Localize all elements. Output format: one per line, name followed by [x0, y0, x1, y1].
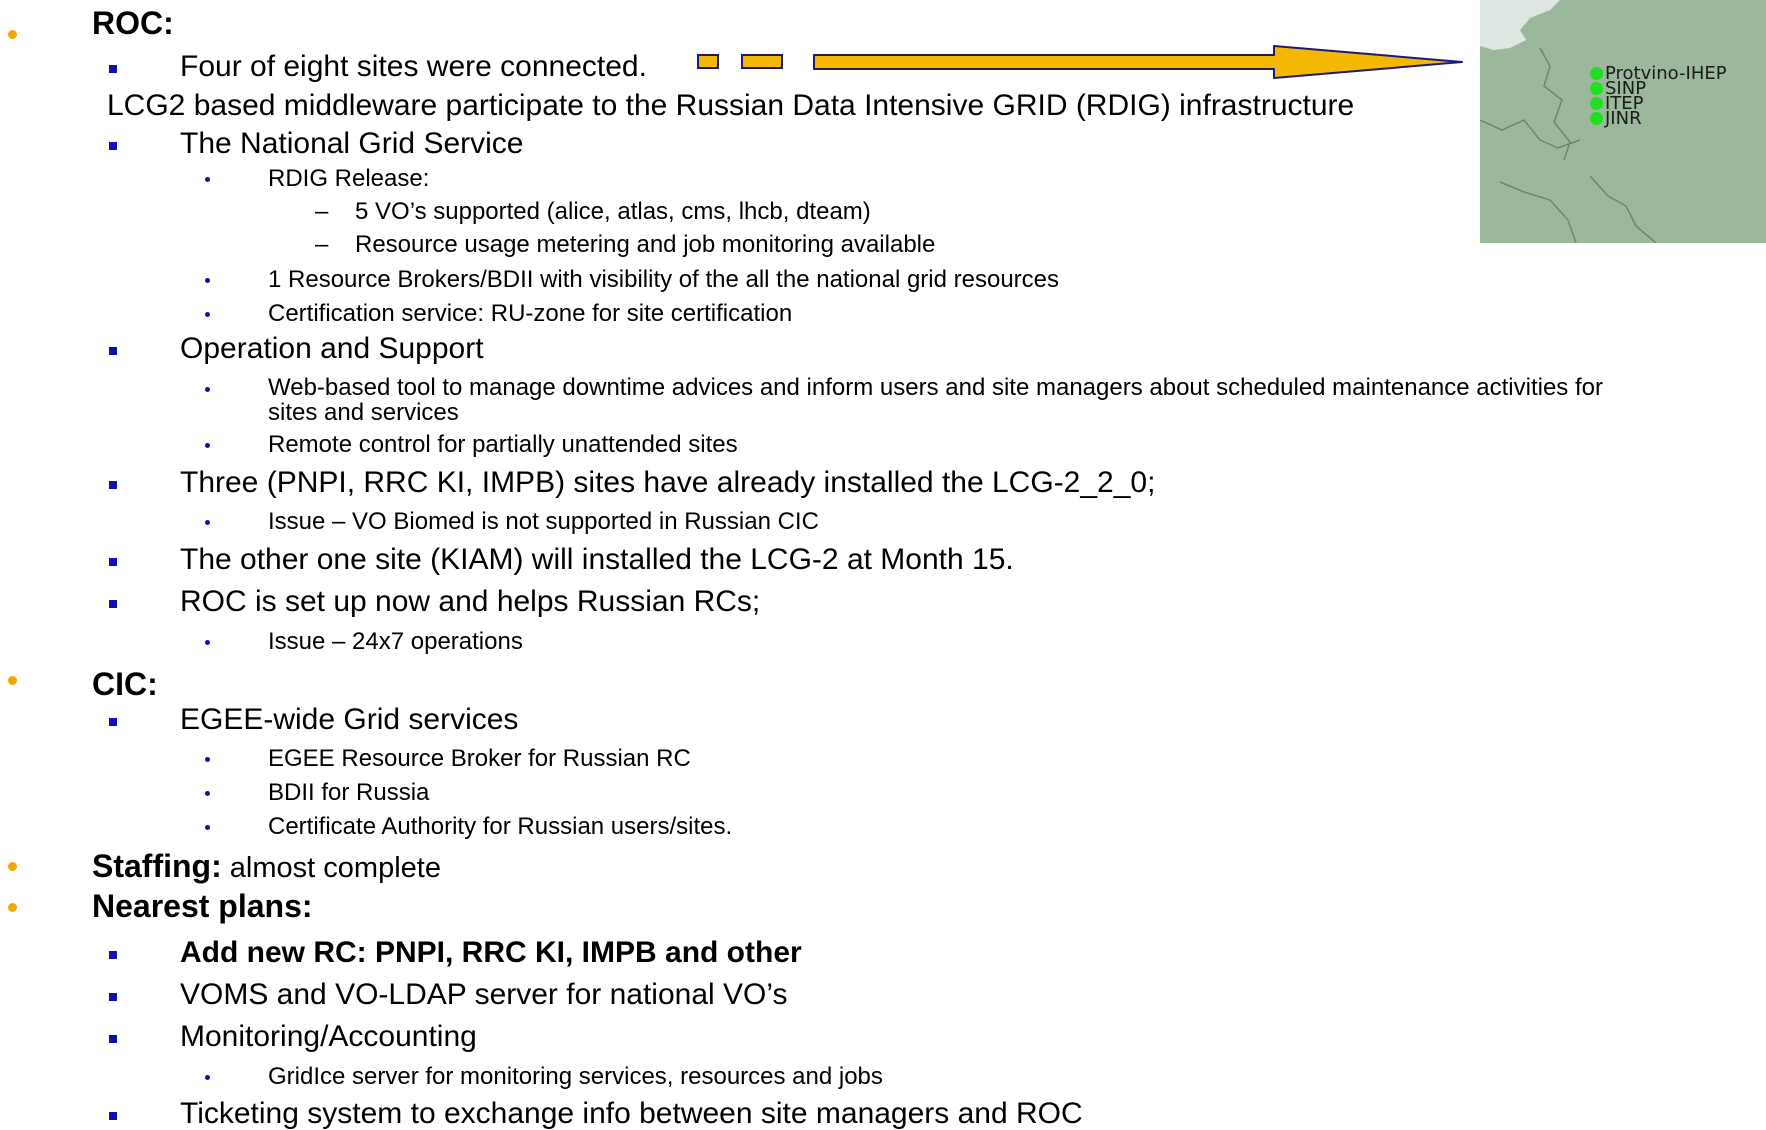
- site-jinr: JINR: [1590, 107, 1727, 129]
- add-rc-text: Add new RC: PNPI, RRC KI, IMPB and other: [180, 936, 802, 969]
- ca-text: Certificate Authority for Russian users/…: [268, 813, 733, 840]
- rdig-release-text: RDIG Release:: [268, 165, 430, 192]
- nearest-plans-heading: Nearest plans:: [92, 888, 313, 924]
- other-site-text: The other one site (KIAM) will installed…: [180, 543, 1014, 576]
- staffing-text: almost complete: [221, 852, 441, 884]
- bullet-issue-24x7: [205, 640, 210, 645]
- bullet-add-rc: [109, 951, 117, 959]
- web-tool-text-line2: sites and services: [268, 399, 459, 426]
- bullet-bdii: [205, 791, 210, 796]
- site-list: Protvino-IHEP SINP ITEP JINR: [1590, 64, 1727, 129]
- bullet-ca: [205, 825, 210, 830]
- issue-biomed-text: Issue – VO Biomed is not supported in Ru…: [268, 508, 819, 535]
- dash-vos: –: [315, 198, 329, 225]
- bullet-certification: [205, 312, 210, 317]
- bullet-gridice: [205, 1075, 210, 1080]
- dash-metering: –: [315, 231, 329, 258]
- web-tool-text-line1: Web-based tool to manage downtime advice…: [268, 374, 1603, 401]
- bullet-other-site: [109, 558, 117, 566]
- bullet-roc-setup: [109, 600, 117, 608]
- staffing-heading: Staffing:: [92, 848, 222, 884]
- russia-sites-map: Protvino-IHEP SINP ITEP JINR: [1480, 0, 1766, 243]
- bdii-text: BDII for Russia: [268, 779, 430, 806]
- bullet-operation: [109, 347, 117, 355]
- brokers-text: 1 Resource Brokers/BDII with visibility …: [268, 266, 1060, 293]
- bullet-voms: [109, 993, 117, 1001]
- lcg2-note: LCG2 based middleware participate to the…: [107, 89, 1355, 122]
- bullet-monitoring: [109, 1035, 117, 1043]
- certification-text: Certification service: RU-zone for site …: [268, 300, 793, 327]
- bullet-nearest-plans: [8, 903, 17, 912]
- bullet-issue-biomed: [205, 520, 210, 525]
- egee-rb-text: EGEE Resource Broker for Russian RC: [268, 745, 691, 772]
- remote-control-text: Remote control for partially unattended …: [268, 431, 738, 458]
- bullet-staffing: [8, 862, 17, 871]
- arrow-dash-1: [697, 54, 719, 69]
- bullet-rdig-release: [205, 177, 210, 182]
- site-dot-icon: [1590, 82, 1603, 95]
- site-dot-icon: [1590, 112, 1603, 125]
- bullet-national-grid: [109, 142, 117, 150]
- ticketing-text: Ticketing system to exchange info betwee…: [180, 1097, 1083, 1130]
- staffing-line: Staffing: almost complete: [92, 850, 441, 883]
- site-dot-icon: [1590, 97, 1603, 110]
- bullet-remote: [205, 443, 210, 448]
- egee-wide-text: EGEE-wide Grid services: [180, 703, 519, 736]
- voms-text: VOMS and VO-LDAP server for national VO’…: [180, 978, 788, 1011]
- bullet-roc: [8, 30, 17, 39]
- vos-supported-text: 5 VO’s supported (alice, atlas, cms, lhc…: [355, 198, 871, 225]
- issue-24x7-text: Issue – 24x7 operations: [268, 628, 523, 655]
- cic-heading: CIC:: [92, 666, 158, 702]
- metering-text: Resource usage metering and job monitori…: [355, 231, 936, 258]
- gridice-text: GridIce server for monitoring services, …: [268, 1063, 883, 1090]
- monitoring-text: Monitoring/Accounting: [180, 1020, 477, 1053]
- roc-heading: ROC:: [92, 5, 174, 41]
- bullet-egee-wide: [109, 718, 117, 726]
- operation-label: Operation and Support: [180, 332, 484, 365]
- site-label: JINR: [1605, 107, 1642, 129]
- three-sites-text: Three (PNPI, RRC KI, IMPB) sites have al…: [180, 466, 1156, 499]
- bullet-web-tool: [205, 387, 210, 392]
- bullet-egee-rb: [205, 757, 210, 762]
- roc-setup-text: ROC is set up now and helps Russian RCs;: [180, 585, 761, 618]
- bullet-cic: [8, 676, 17, 685]
- national-grid-label: The National Grid Service: [180, 127, 524, 160]
- pointer-arrow: [697, 45, 1463, 79]
- arrow-dash-2: [741, 54, 783, 69]
- bullet-sites-connected: [109, 65, 117, 73]
- site-dot-icon: [1590, 67, 1603, 80]
- bullet-three-sites: [109, 481, 117, 489]
- sites-connected-text: Four of eight sites were connected.: [180, 50, 647, 83]
- bullet-ticketing: [109, 1112, 117, 1120]
- arrow-body: [813, 45, 1463, 79]
- bullet-brokers: [205, 278, 210, 283]
